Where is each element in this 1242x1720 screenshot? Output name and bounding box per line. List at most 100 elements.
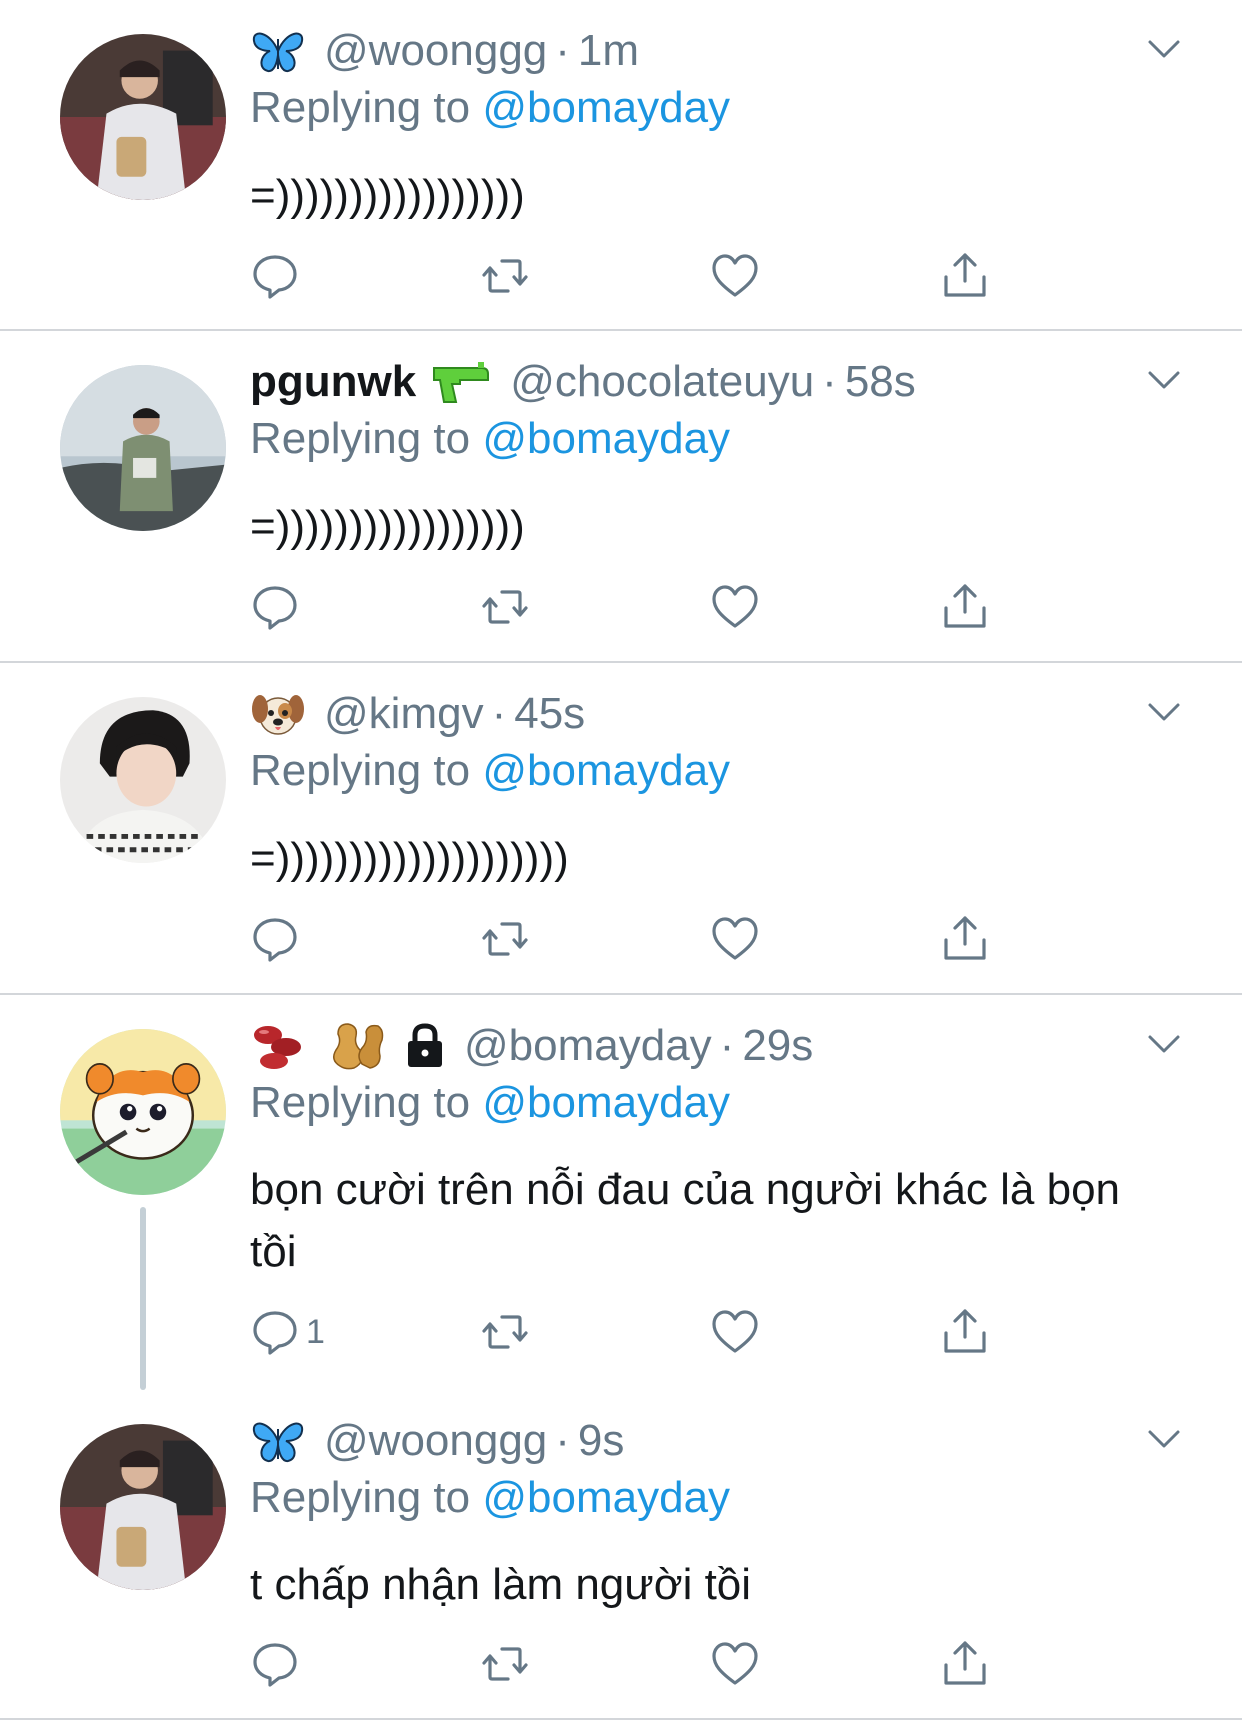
tweet[interactable]: @woonggg · 9s Replying to @bomayday t ch… <box>0 1390 1242 1720</box>
reply-prefix: Replying to <box>250 1473 471 1522</box>
reply-prefix: Replying to <box>250 414 471 463</box>
reply-to-link[interactable]: @bomayday <box>482 1473 730 1522</box>
avatar[interactable] <box>60 1424 226 1590</box>
user-handle[interactable]: @bomayday <box>464 1015 712 1077</box>
user-handle[interactable]: @chocolateuyu <box>510 351 814 413</box>
avatar[interactable] <box>60 697 226 863</box>
retweet-icon <box>482 590 528 624</box>
action-bar: 1 <box>250 1304 1010 1360</box>
share-button[interactable] <box>940 911 990 967</box>
reply-icon <box>253 918 297 962</box>
heart-icon <box>712 917 758 960</box>
water-pistol-icon <box>430 358 492 406</box>
dog-face-icon <box>250 689 306 739</box>
retweet-button[interactable] <box>480 579 530 635</box>
share-button[interactable] <box>940 579 990 635</box>
tweet[interactable]: @kimgv · 45s Replying to @bomayday =))))… <box>0 663 1242 994</box>
reply-to-link[interactable]: @bomayday <box>482 83 730 132</box>
chevron-down-icon[interactable] <box>1144 1418 1184 1458</box>
retweet-button[interactable] <box>480 248 530 304</box>
reply-icon <box>253 1311 297 1355</box>
retweet-button[interactable] <box>480 911 530 967</box>
tweet-text: t chấp nhận làm người tồi <box>250 1560 752 1609</box>
thread-connector <box>140 1207 146 1390</box>
reply-to-link[interactable]: @bomayday <box>482 414 730 463</box>
separator-dot: · <box>555 26 570 75</box>
reply-button[interactable]: 1 <box>250 1304 325 1360</box>
chevron-down-icon[interactable] <box>1144 28 1184 68</box>
timestamp[interactable]: 1m <box>578 20 639 82</box>
tweet-header: @woonggg · 9s <box>250 1410 624 1472</box>
replying-to: Replying to @bomayday <box>250 1075 730 1131</box>
share-button[interactable] <box>940 1636 990 1692</box>
butterfly-icon <box>250 1417 306 1465</box>
retweet-icon <box>482 1315 528 1349</box>
reply-icon <box>253 1643 297 1687</box>
avatar-photo <box>60 34 226 200</box>
avatar[interactable] <box>60 365 226 531</box>
like-button[interactable] <box>710 579 760 635</box>
reply-to-link[interactable]: @bomayday <box>482 746 730 795</box>
reply-button[interactable] <box>250 911 300 967</box>
chevron-down-icon[interactable] <box>1144 1023 1184 1063</box>
share-icon <box>944 253 986 297</box>
reply-prefix: Replying to <box>250 746 471 795</box>
lock-icon <box>404 1023 446 1069</box>
chevron-down-icon[interactable] <box>1144 359 1184 399</box>
like-button[interactable] <box>710 1636 760 1692</box>
share-button[interactable] <box>940 1304 990 1360</box>
timestamp[interactable]: 29s <box>742 1015 813 1077</box>
tweet-text: =)))))))))))))))))))) <box>250 834 569 883</box>
separator-dot: · <box>822 357 837 406</box>
avatar-photo <box>60 365 226 531</box>
timestamp[interactable]: 9s <box>578 1410 624 1472</box>
reply-to-link[interactable]: @bomayday <box>482 1078 730 1127</box>
action-bar <box>250 248 1010 304</box>
action-bar <box>250 911 1010 967</box>
tweet[interactable]: pgunwk @chocolateuyu · 58s Replying to @… <box>0 331 1242 662</box>
retweet-button[interactable] <box>480 1304 530 1360</box>
user-handle[interactable]: @woonggg <box>324 20 547 82</box>
separator-dot: · <box>555 1416 570 1465</box>
separator-dot: · <box>491 689 507 738</box>
reply-button[interactable] <box>250 579 300 635</box>
like-button[interactable] <box>710 911 760 967</box>
reply-prefix: Replying to <box>250 1078 471 1127</box>
avatar-photo <box>60 1029 226 1195</box>
retweet-icon <box>482 1647 528 1681</box>
user-handle[interactable]: @woonggg <box>324 1410 547 1472</box>
chevron-down-icon[interactable] <box>1144 691 1184 731</box>
like-button[interactable] <box>710 248 760 304</box>
avatar-photo <box>60 1424 226 1590</box>
retweet-icon <box>482 922 528 956</box>
reply-prefix: Replying to <box>250 83 471 132</box>
replying-to: Replying to @bomayday <box>250 411 730 467</box>
timestamp[interactable]: 45s <box>514 683 585 745</box>
heart-icon <box>712 585 758 628</box>
reply-button[interactable] <box>250 248 300 304</box>
heart-icon <box>712 254 758 297</box>
reply-icon <box>253 586 297 630</box>
share-icon <box>944 916 986 960</box>
peanuts-icon <box>326 1020 386 1072</box>
heart-icon <box>712 1310 758 1353</box>
display-name[interactable]: pgunwk <box>250 351 416 413</box>
tweet-text: bọn cười trên nỗi đau của người khác là … <box>250 1165 1121 1276</box>
tweet-header: @kimgv · 45s <box>250 683 585 745</box>
replying-to: Replying to @bomayday <box>250 1470 730 1526</box>
reply-button[interactable] <box>250 1636 300 1692</box>
timestamp[interactable]: 58s <box>845 351 916 413</box>
tweet-text: =))))))))))))))))) <box>250 502 525 551</box>
tweet[interactable]: @woonggg · 1m Replying to @bomayday =)))… <box>0 0 1242 330</box>
user-handle[interactable]: @kimgv <box>324 683 484 745</box>
tweet[interactable]: @bomayday · 29s Replying to @bomayday bọ… <box>0 995 1242 1390</box>
like-button[interactable] <box>710 1304 760 1360</box>
butterfly-icon <box>250 27 306 75</box>
retweet-button[interactable] <box>480 1636 530 1692</box>
share-icon <box>944 1309 986 1353</box>
avatar-photo <box>60 697 226 863</box>
avatar[interactable] <box>60 1029 226 1195</box>
avatar[interactable] <box>60 34 226 200</box>
share-button[interactable] <box>940 248 990 304</box>
action-bar <box>250 1636 1010 1692</box>
